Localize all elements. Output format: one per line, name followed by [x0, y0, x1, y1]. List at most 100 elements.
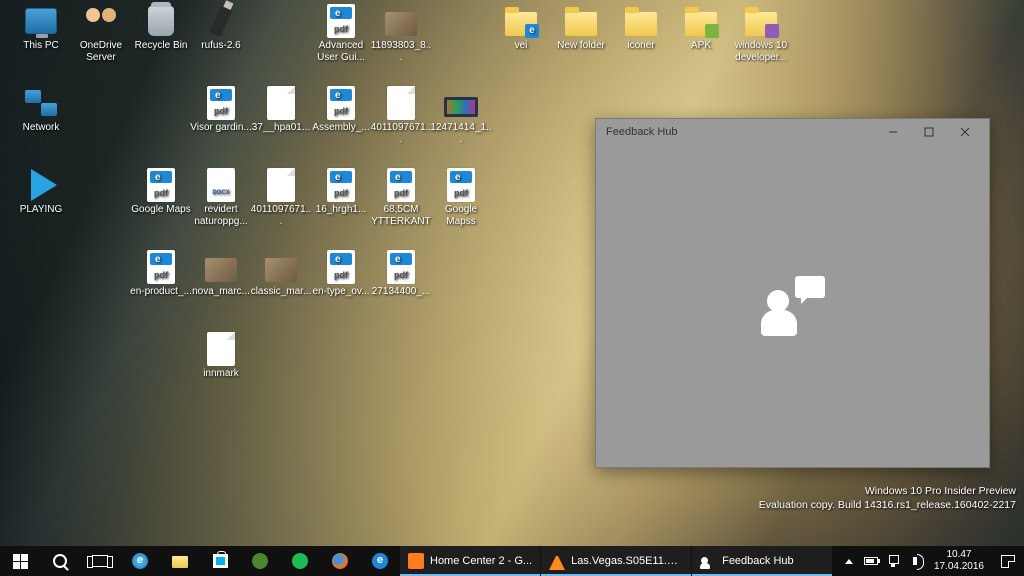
desktop-icon[interactable]: 11893803_8... [370, 4, 432, 64]
desktop[interactable]: This PCOneDrive ServerRecycle Binrufus-2… [0, 0, 1024, 546]
icon-label: 27134400_... [370, 286, 432, 298]
maximize-button[interactable] [911, 119, 947, 145]
icon-label: PLAYING [10, 204, 72, 216]
icon-label: iconer [610, 40, 672, 52]
desktop-icon[interactable]: 37__hpa01... [250, 86, 312, 134]
desktop-icon[interactable]: revidert naturoppg... [190, 168, 252, 228]
desktop-icon[interactable]: OneDrive Server [70, 4, 132, 64]
desktop-icon[interactable]: eAdvanced User Gui... [310, 4, 372, 64]
start-button[interactable] [0, 546, 40, 576]
task-label: Home Center 2 - G... [430, 555, 532, 567]
desktop-icon[interactable]: e68,5CM YTTERKANT [370, 168, 432, 228]
pinned-ie[interactable] [120, 546, 160, 576]
folder-edge-icon [504, 4, 538, 38]
tray-overflow[interactable] [838, 546, 860, 576]
pinned-edge[interactable] [360, 546, 400, 576]
img-icon [204, 250, 238, 284]
icon-label: Google Maps [130, 204, 192, 216]
icon-label: 68,5CM YTTERKANT [370, 204, 432, 228]
action-center-button[interactable] [992, 555, 1024, 568]
desktop-icon[interactable]: e Google Maps [130, 168, 192, 216]
icon-label: 12471414_1... [430, 122, 492, 146]
system-tray[interactable]: 10.47 17.04.2016 [838, 546, 1024, 576]
icon-label: innmark [190, 368, 252, 380]
watermark: Windows 10 Pro Insider Preview Evaluatio… [759, 484, 1016, 512]
desktop-icon[interactable]: 12471414_1... [430, 86, 492, 146]
bin-icon [144, 4, 178, 38]
desktop-icon[interactable]: eGoogle Mapss [430, 168, 492, 228]
pdf-icon: e [324, 86, 358, 120]
desktop-icon[interactable]: eVisor gardin... [190, 86, 252, 134]
desktop-icon[interactable]: een-product_... [130, 250, 192, 298]
icon-label: windows 10 developer... [730, 40, 792, 64]
desktop-icon[interactable]: e16_hrgh1... [310, 168, 372, 216]
people-icon [84, 4, 118, 38]
pdf-icon: e [384, 168, 418, 202]
clock[interactable]: 10.47 17.04.2016 [926, 549, 992, 573]
pdf-icon: e [324, 250, 358, 284]
desktop-icon[interactable]: APK [670, 4, 732, 52]
icon-label: Network [10, 122, 72, 134]
close-button[interactable] [947, 119, 983, 145]
doc-icon [264, 168, 298, 202]
doc-icon [204, 332, 238, 366]
window-titlebar[interactable]: Feedback Hub [596, 119, 989, 145]
icon-label: 11893803_8... [370, 40, 432, 64]
pinned-firefox[interactable] [320, 546, 360, 576]
tray-volume-icon[interactable] [904, 546, 926, 576]
pdf-icon: e [204, 86, 238, 120]
desktop-icon[interactable]: Recycle Bin [130, 4, 192, 52]
desktop-icon[interactable]: PLAYING [10, 168, 72, 216]
minimize-button[interactable] [875, 119, 911, 145]
desktop-icon[interactable]: e27134400_... [370, 250, 432, 298]
watermark-line1: Windows 10 Pro Insider Preview [759, 484, 1016, 498]
task-label: Feedback Hub [722, 555, 794, 567]
img-icon [384, 4, 418, 38]
desktop-icon[interactable]: Network [10, 86, 72, 134]
desktop-icon[interactable]: een-type_ov... [310, 250, 372, 298]
desktop-icon[interactable]: vei [490, 4, 552, 52]
window-body [596, 145, 989, 467]
icon-label: Recycle Bin [130, 40, 192, 52]
icon-label: OneDrive Server [70, 40, 132, 64]
taskbar-task[interactable]: Home Center 2 - G... [400, 546, 540, 576]
pinned-app-green[interactable] [240, 546, 280, 576]
icon-label: 16_hrgh1... [310, 204, 372, 216]
desktop-icon[interactable]: eAssembly_... [310, 86, 372, 134]
docx-icon [204, 168, 238, 202]
desktop-icon[interactable]: 4011097671... [250, 168, 312, 228]
desktop-icon[interactable]: classic_mar... [250, 250, 312, 298]
desktop-icon[interactable]: This PC [10, 4, 72, 52]
search-button[interactable] [40, 546, 80, 576]
tray-battery-icon[interactable] [860, 546, 882, 576]
desktop-icon[interactable]: windows 10 developer... [730, 4, 792, 64]
pdf-icon: e [144, 168, 178, 202]
net-icon [24, 86, 58, 120]
taskview-button[interactable] [80, 546, 120, 576]
desktop-icon[interactable]: rufus-2.6 [190, 4, 252, 52]
taskbar-task[interactable]: Feedback Hub [692, 546, 832, 576]
pinned-spotify[interactable] [280, 546, 320, 576]
desktop-icon[interactable]: 4011097671... [370, 86, 432, 146]
feedback-hub-window[interactable]: Feedback Hub [595, 118, 990, 468]
icon-label: APK [670, 40, 732, 52]
icon-label: 4011097671... [250, 204, 312, 228]
desktop-icon[interactable]: iconer [610, 4, 672, 52]
desktop-icon[interactable]: New folder [550, 4, 612, 52]
taskbar[interactable]: Home Center 2 - G... Las.Vegas.S05E11.A..… [0, 546, 1024, 576]
desktop-icon[interactable]: nova_marc... [190, 250, 252, 298]
tray-network-icon[interactable] [882, 546, 904, 576]
icon-label: New folder [550, 40, 612, 52]
icon-label: nova_marc... [190, 286, 252, 298]
nxm-icon [444, 86, 478, 120]
clock-time: 10.47 [934, 549, 984, 561]
taskbar-task[interactable]: Las.Vegas.S05E11.A... [541, 546, 691, 576]
icon-label: 4011097671... [370, 122, 432, 146]
task-label: Las.Vegas.S05E11.A... [571, 555, 683, 567]
pinned-store[interactable] [200, 546, 240, 576]
pdf-icon: e [144, 250, 178, 284]
pinned-file-explorer[interactable] [160, 546, 200, 576]
folder-vs-icon [744, 4, 778, 38]
play-icon [24, 168, 58, 202]
desktop-icon[interactable]: innmark [190, 332, 252, 380]
